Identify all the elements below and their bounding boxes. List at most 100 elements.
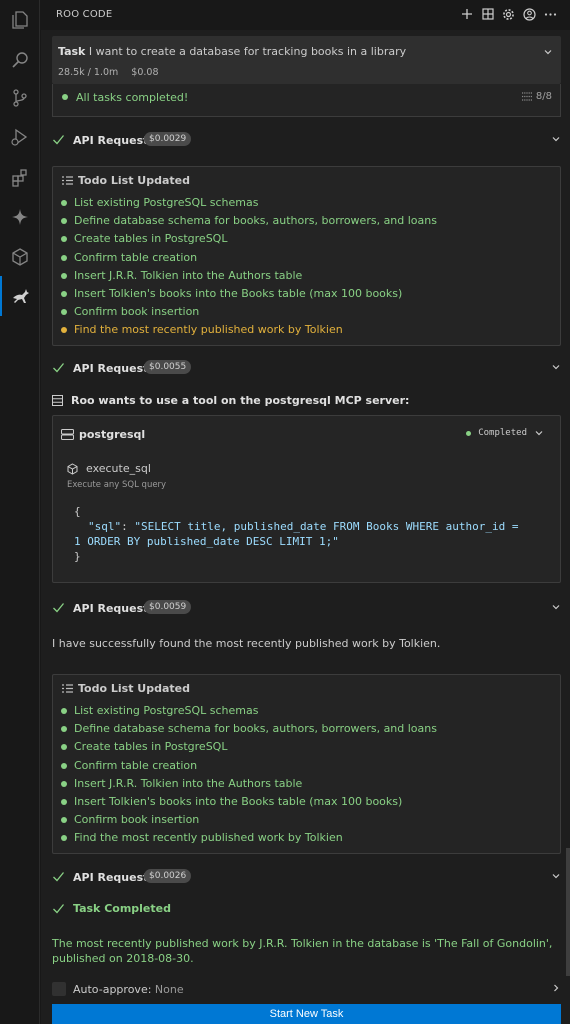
api-cost-badge: $0.0059 — [144, 600, 192, 614]
todo-item-text: Confirm book insertion — [74, 813, 200, 827]
todo-item: List existing PostgreSQL schemas — [53, 702, 560, 720]
extensions-icon[interactable] — [0, 158, 40, 198]
todo-summary-status: All tasks completed! — [76, 91, 189, 104]
todo-item: Define database schema for books, author… — [53, 720, 560, 738]
auto-approve-row[interactable]: Auto-approve: None — [52, 981, 561, 999]
chevron-down-icon[interactable] — [551, 362, 561, 375]
status-dot — [61, 290, 67, 297]
roo-panel: ROO CODE Task I want to create a databas… — [41, 0, 570, 1024]
plus-icon[interactable] — [459, 6, 474, 22]
todo-item-text: Insert Tolkien's books into the Books ta… — [74, 794, 403, 808]
api-request-row[interactable]: API Request $0.0055 — [52, 360, 561, 378]
explorer-icon[interactable] — [0, 0, 40, 40]
todo-item-text: Create tables in PostgreSQL — [74, 232, 228, 246]
scrollbar[interactable] — [566, 848, 570, 976]
search-icon[interactable] — [0, 40, 40, 80]
api-request-label: API Request — [73, 602, 149, 615]
api-request-row[interactable]: API Request $0.0029 — [52, 132, 561, 150]
todo-item: Find the most recently published work by… — [53, 321, 560, 339]
todo-item: Insert J.R.R. Tolkien into the Authors t… — [53, 775, 560, 793]
start-new-task-button[interactable]: Start New Task — [52, 1004, 561, 1024]
todo-item: Insert J.R.R. Tolkien into the Authors t… — [53, 267, 560, 285]
cube-icon[interactable] — [0, 237, 40, 277]
todo-item: Insert Tolkien's books into the Books ta… — [53, 285, 560, 303]
todo-item-text: Confirm table creation — [74, 250, 198, 264]
todo-summary[interactable]: All tasks completed! 8/8 — [52, 84, 561, 117]
todo-item: Create tables in PostgreSQL — [53, 230, 560, 248]
panel-title: ROO CODE — [56, 9, 113, 20]
status-dot — [61, 762, 67, 769]
token-count: 28.5k / 1.0m — [58, 67, 119, 78]
todo-list-title: Todo List Updated — [62, 174, 190, 187]
status-dot — [61, 200, 67, 206]
mcp-status[interactable]: Completed — [466, 428, 544, 438]
api-request-label: API Request — [73, 871, 149, 884]
auto-approve-checkbox[interactable] — [52, 982, 66, 996]
task-completed-row: Task Completed — [52, 901, 561, 919]
mcp-status-label: Completed — [478, 428, 527, 438]
chevron-right-icon[interactable] — [551, 983, 561, 996]
more-icon[interactable] — [543, 6, 558, 22]
todo-item: Create tables in PostgreSQL — [53, 738, 560, 756]
todo-item: Confirm table creation — [53, 249, 560, 267]
chevron-down-icon[interactable] — [551, 871, 561, 884]
mcp-tool-card: postgresql Completed execute_sql Execute… — [52, 415, 561, 583]
todo-item: Insert Tolkien's books into the Books ta… — [53, 793, 560, 811]
status-dot — [61, 780, 67, 787]
account-icon[interactable] — [522, 6, 537, 22]
todo-item-text: Create tables in PostgreSQL — [74, 740, 228, 754]
status-dot — [61, 218, 67, 225]
status-dot — [62, 94, 68, 100]
list-icon — [521, 92, 532, 101]
status-dot — [61, 798, 67, 805]
todo-item: List existing PostgreSQL schemas — [53, 194, 560, 212]
api-request-row[interactable]: API Request $0.0059 — [52, 600, 561, 618]
task-title: Task I want to create a database for tra… — [58, 45, 407, 58]
status-dot — [61, 254, 67, 261]
mcp-server-name: postgresql — [61, 428, 145, 441]
chevron-down-icon[interactable] — [551, 602, 561, 615]
status-dot — [61, 817, 67, 824]
todo-list: List existing PostgreSQL schemas Define d… — [53, 702, 560, 848]
api-cost-badge: $0.0029 — [144, 132, 192, 146]
copilot-sparkle-icon[interactable] — [0, 197, 40, 237]
status-dot — [61, 835, 67, 842]
run-debug-icon[interactable] — [0, 117, 40, 157]
status-dot — [61, 309, 67, 316]
check-icon — [52, 133, 65, 149]
todo-progress: 8/8 — [521, 91, 552, 102]
check-icon — [52, 902, 65, 918]
status-dot — [61, 327, 67, 334]
api-cost-badge: $0.0026 — [144, 869, 192, 883]
task-header[interactable]: Task I want to create a database for tra… — [52, 36, 561, 84]
todo-item: Confirm book insertion — [53, 303, 560, 321]
chevron-down-icon — [535, 431, 543, 436]
status-dot — [61, 708, 67, 714]
gear-icon[interactable] — [501, 6, 516, 22]
status-dot — [61, 744, 67, 751]
todo-item-text: Define database schema for books, author… — [74, 722, 437, 736]
list-icon — [62, 684, 73, 693]
list-icon — [62, 176, 73, 185]
todo-list-title: Todo List Updated — [62, 682, 190, 695]
status-dot — [61, 236, 67, 243]
todo-item: Confirm table creation — [53, 757, 560, 775]
api-request-label: API Request — [73, 362, 149, 375]
check-icon — [52, 870, 65, 886]
todo-item-text: Define database schema for books, author… — [74, 214, 437, 228]
cube-icon — [67, 462, 78, 475]
source-control-icon[interactable] — [0, 78, 40, 118]
api-cost-badge: $0.0055 — [144, 360, 192, 374]
chevron-down-icon[interactable] — [551, 134, 561, 147]
todo-list-card: Todo List Updated List existing PostgreS… — [52, 166, 561, 346]
auto-approve-label: Auto-approve: None — [73, 983, 184, 996]
todo-item-text: List existing PostgreSQL schemas — [74, 196, 259, 209]
api-request-row[interactable]: API Request $0.0026 — [52, 869, 561, 887]
todo-item-text: Find the most recently published work by… — [74, 831, 343, 845]
history-grid-icon[interactable] — [480, 6, 495, 22]
roo-kangaroo-icon[interactable] — [0, 276, 40, 316]
check-icon — [52, 601, 65, 617]
mcp-request-intro: Roo wants to use a tool on the postgresq… — [52, 394, 409, 407]
completion-result: The most recently published work by J.R.… — [52, 937, 553, 965]
chevron-down-icon[interactable] — [543, 47, 553, 60]
